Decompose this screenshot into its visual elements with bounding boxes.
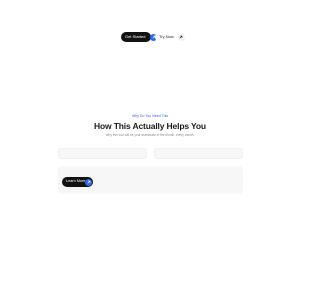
hero-section: Why Do You Need This How This Actually H… [0,114,300,138]
try-now-label: Try Now [159,34,174,39]
landing-page: Get Started Try Now Why Do You Need This… [0,0,300,300]
section-subtitle: Why this tool will be your teammate of t… [105,133,195,138]
arrow-up-right-icon [177,33,185,41]
second-input-field[interactable] [154,148,243,159]
section-title: How This Actually Helps You [94,120,206,131]
first-input-field[interactable] [58,148,147,159]
section-eyebrow: Why Do You Need This [131,114,169,118]
feature-panel: Learn More [58,166,243,194]
learn-more-label: Learn More [66,179,86,184]
input-row [58,148,243,159]
get-started-button[interactable]: Get Started [121,32,158,42]
learn-more-button[interactable]: Learn More [62,177,93,187]
try-now-button[interactable]: Try Now [155,32,187,42]
top-actions: Get Started Try Now [121,32,187,42]
arrow-up-right-icon [85,178,93,186]
get-started-label: Get Started [125,34,146,39]
